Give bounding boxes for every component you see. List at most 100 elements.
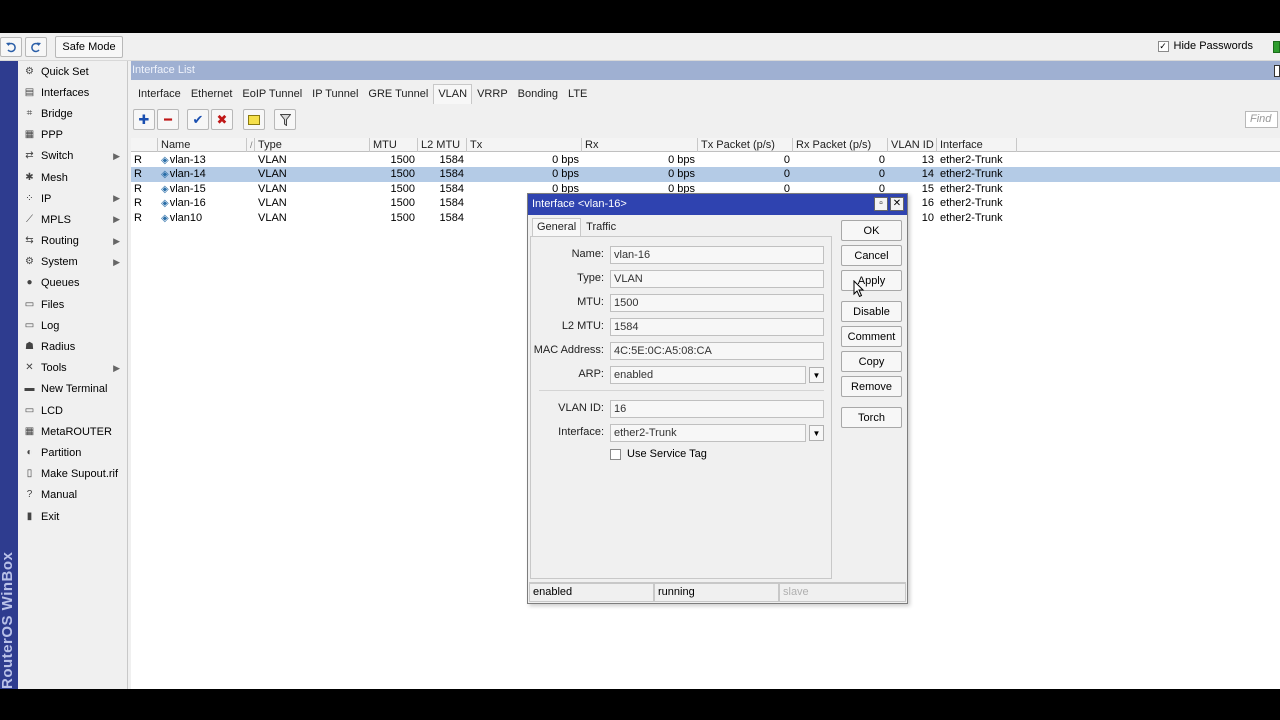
sidebar-item-tools[interactable]: ✕ Tools ▶: [19, 358, 127, 379]
column-header[interactable]: [131, 138, 158, 152]
sidebar-item-queues[interactable]: ● Queues: [19, 273, 127, 294]
column-header[interactable]: Tx Packet (p/s): [698, 138, 793, 152]
tab-ethernet[interactable]: Ethernet: [186, 84, 238, 104]
vlan-icon: ◈: [161, 212, 169, 224]
arp-dropdown-button[interactable]: ▼: [809, 367, 824, 383]
dialog-tab-traffic[interactable]: Traffic: [581, 218, 621, 236]
sidebar-item-log[interactable]: ▭ Log: [19, 315, 127, 336]
remove-button[interactable]: ━: [157, 109, 179, 130]
arp-select[interactable]: enabled: [610, 366, 806, 384]
sidebar-item-manual[interactable]: ? Manual: [19, 485, 127, 506]
x-icon: ✖: [216, 111, 228, 127]
remove-button[interactable]: Remove: [841, 376, 902, 397]
column-header[interactable]: MTU: [370, 138, 418, 152]
tab-vrrp[interactable]: VRRP: [472, 84, 513, 104]
dialog-close-button[interactable]: ✕: [890, 197, 904, 211]
sidebar-item-files[interactable]: ▭ Files: [19, 294, 127, 315]
tab-vlan[interactable]: VLAN: [433, 84, 473, 104]
sidebar-item-interfaces[interactable]: ▤ Interfaces: [19, 82, 127, 103]
ok-button[interactable]: OK: [841, 220, 902, 241]
sidebar-item-quick-set[interactable]: ⚙ Quick Set: [19, 61, 127, 82]
sidebar-item-system[interactable]: ⚙ System ▶: [19, 252, 127, 273]
interface-dropdown-button[interactable]: ▼: [809, 425, 824, 441]
comment-button[interactable]: Comment: [841, 326, 902, 347]
sidebar-item-metarouter[interactable]: ▦ MetaROUTER: [19, 421, 127, 442]
sidebar-item-mesh[interactable]: ✱ Mesh: [19, 167, 127, 188]
column-header[interactable]: Rx: [582, 138, 698, 152]
column-header[interactable]: VLAN ID: [888, 138, 937, 152]
service-tag-checkbox[interactable]: [610, 449, 621, 460]
log-icon: ▭: [24, 319, 35, 331]
sidebar-item-routing[interactable]: ⇆ Routing ▶: [19, 231, 127, 252]
sidebar-item-ip[interactable]: ⁘ IP ▶: [19, 188, 127, 209]
service-tag-row[interactable]: Use Service Tag: [610, 447, 910, 465]
cell-mtu: 1500: [390, 211, 415, 224]
name-field[interactable]: vlan-16: [610, 246, 824, 264]
check-icon: ✔: [192, 111, 204, 127]
sidebar-item-bridge[interactable]: ⌗ Bridge: [19, 103, 127, 124]
dialog-title-bar[interactable]: Interface <vlan-16> ▫ ✕: [528, 194, 907, 215]
hide-passwords-toggle[interactable]: ✓ Hide Passwords: [1157, 40, 1253, 52]
hide-passwords-checkbox[interactable]: ✓: [1157, 40, 1169, 52]
redo-button[interactable]: [25, 37, 47, 57]
sidebar-item-ppp[interactable]: ▦ PPP: [19, 125, 127, 146]
dialog-maximize-button[interactable]: ▫: [874, 197, 888, 211]
mtu-field[interactable]: 1500: [610, 294, 824, 312]
vlan-id-field[interactable]: 16: [610, 400, 824, 418]
comment-button[interactable]: [243, 109, 265, 130]
mac-field: 4C:5E:0C:A5:08:CA: [610, 342, 824, 360]
column-header[interactable]: Name: [158, 138, 247, 152]
cell-l2mtu: 1584: [439, 182, 464, 195]
column-header[interactable]: Rx Packet (p/s): [793, 138, 888, 152]
table-row[interactable]: R ◈vlan-13 VLAN 1500 1584 0 bps 0 bps 0 0 13 ether…: [131, 153, 1280, 167]
cancel-button[interactable]: Cancel: [841, 245, 902, 266]
undo-icon: [6, 42, 16, 53]
sidebar-item-switch[interactable]: ⇄ Switch ▶: [19, 146, 127, 167]
torch-button[interactable]: Torch: [841, 407, 902, 428]
sidebar-item-lcd[interactable]: ▭ LCD: [19, 400, 127, 421]
cell-tx: 0 bps: [552, 154, 579, 166]
sidebar-item-exit[interactable]: ▮ Exit: [19, 506, 127, 527]
column-header[interactable]: /: [247, 138, 255, 152]
sidebar-item-new-terminal[interactable]: ▬ New Terminal: [19, 379, 127, 400]
column-header[interactable]: Type: [255, 138, 370, 152]
submenu-arrow-icon: ▶: [113, 256, 120, 267]
find-input[interactable]: Find: [1245, 111, 1278, 128]
sidebar-item-partition[interactable]: ◐ Partition: [19, 442, 127, 463]
sidebar-item-radius[interactable]: ☗ Radius: [19, 336, 127, 357]
sidebar-item-label: Make Supout.rif: [41, 468, 119, 481]
interfaces-icon: ▤: [24, 86, 35, 98]
status-running: running: [654, 583, 779, 602]
sidebar-item-mpls[interactable]: ⟋ MPLS ▶: [19, 209, 127, 230]
disable-button[interactable]: ✖: [211, 109, 233, 130]
add-button[interactable]: ✚: [133, 109, 155, 130]
tab-gre-tunnel[interactable]: GRE Tunnel: [363, 84, 433, 104]
vlan-icon: ◈: [161, 169, 169, 181]
interface-select[interactable]: ether2-Trunk: [610, 424, 806, 442]
apply-button[interactable]: Apply: [841, 270, 902, 291]
undo-button[interactable]: [0, 37, 22, 57]
name-label: Name:: [571, 248, 604, 260]
tab-interface[interactable]: Interface: [133, 84, 186, 104]
disable-button[interactable]: Disable: [841, 301, 902, 322]
dialog-tab-general[interactable]: General: [532, 218, 582, 236]
mouse-cursor-icon: [853, 280, 865, 298]
safe-mode-button[interactable]: Safe Mode: [55, 36, 123, 58]
tab-bonding[interactable]: Bonding: [513, 84, 563, 104]
tab-eoip-tunnel[interactable]: EoIP Tunnel: [237, 84, 307, 104]
window-maximize-button[interactable]: [1274, 65, 1280, 77]
filter-icon: [279, 113, 291, 126]
column-header[interactable]: Tx: [467, 138, 582, 152]
copy-button[interactable]: Copy: [841, 351, 902, 372]
sidebar-item-make-supout-rif[interactable]: ▯ Make Supout.rif: [19, 464, 127, 485]
tab-lte[interactable]: LTE: [563, 84, 592, 104]
tab-ip-tunnel[interactable]: IP Tunnel: [307, 84, 363, 104]
table-row[interactable]: R ◈vlan-14 VLAN 1500 1584 0 bps 0 bps 0 0 14 ether…: [131, 167, 1280, 182]
sidebar-item-label: Mesh: [41, 171, 68, 184]
filter-button[interactable]: [274, 109, 296, 130]
enable-button[interactable]: ✔: [187, 109, 209, 130]
dialog-tabs: General Traffic: [532, 218, 621, 236]
column-header[interactable]: Interface: [937, 138, 1017, 152]
column-header[interactable]: L2 MTU: [418, 138, 467, 152]
vlan-id-label: VLAN ID:: [558, 402, 604, 414]
